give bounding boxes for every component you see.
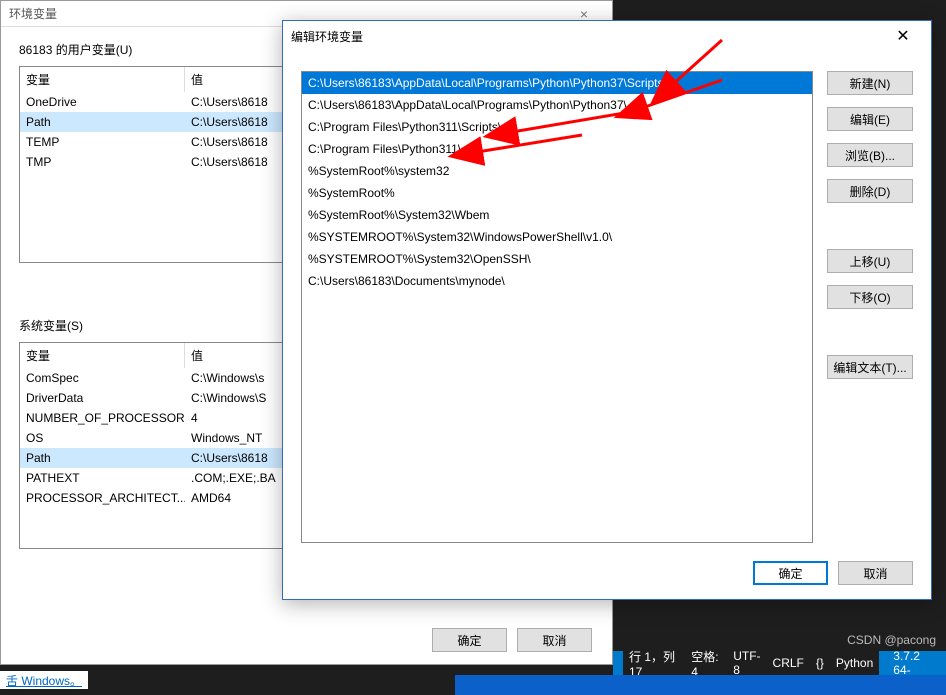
ok-button[interactable]: 确定 bbox=[753, 561, 828, 585]
path-list-item[interactable]: %SYSTEMROOT%\System32\WindowsPowerShell\… bbox=[302, 226, 812, 248]
cell-variable: Path bbox=[20, 448, 185, 468]
front-title: 编辑环境变量 bbox=[291, 28, 883, 45]
front-footer: 确定 取消 bbox=[753, 561, 913, 585]
status-bar: 行 1，列 17 空格: 4 UTF-8 CRLF {} Python 3.7.… bbox=[613, 651, 946, 675]
path-list-item[interactable]: %SystemRoot%\System32\Wbem bbox=[302, 204, 812, 226]
path-list-item[interactable]: C:\Users\86183\AppData\Local\Programs\Py… bbox=[302, 94, 812, 116]
status-python-version[interactable]: 3.7.2 64- bbox=[893, 649, 936, 677]
cell-variable: DriverData bbox=[20, 388, 185, 408]
cell-variable: NUMBER_OF_PROCESSORS bbox=[20, 408, 185, 428]
status-spaces[interactable]: 空格: 4 bbox=[691, 648, 721, 679]
status-line-col[interactable]: 行 1，列 17 bbox=[629, 648, 679, 679]
new-button[interactable]: 新建(N) bbox=[827, 71, 913, 95]
taskbar[interactable] bbox=[455, 675, 946, 695]
cancel-button[interactable]: 取消 bbox=[838, 561, 913, 585]
browse-button[interactable]: 浏览(B)... bbox=[827, 143, 913, 167]
spacer bbox=[827, 321, 913, 343]
path-list[interactable]: C:\Users\86183\AppData\Local\Programs\Py… bbox=[301, 71, 813, 543]
cell-variable: PROCESSOR_ARCHITECT... bbox=[20, 488, 185, 508]
activate-windows-link[interactable]: 舌 Windows。 bbox=[0, 671, 88, 689]
cell-variable: TMP bbox=[20, 152, 185, 172]
edit-button[interactable]: 编辑(E) bbox=[827, 107, 913, 131]
ok-button[interactable]: 确定 bbox=[432, 628, 507, 652]
move-up-button[interactable]: 上移(U) bbox=[827, 249, 913, 273]
close-icon[interactable]: ✕ bbox=[883, 26, 923, 46]
path-list-item[interactable]: %SYSTEMROOT%\System32\OpenSSH\ bbox=[302, 248, 812, 270]
watermark: CSDN @pacong bbox=[847, 633, 936, 647]
edit-env-var-dialog: 编辑环境变量 ✕ C:\Users\86183\AppData\Local\Pr… bbox=[282, 20, 932, 600]
path-list-item[interactable]: C:\Users\86183\AppData\Local\Programs\Py… bbox=[302, 72, 812, 94]
path-list-item[interactable]: %SystemRoot% bbox=[302, 182, 812, 204]
edit-text-button[interactable]: 编辑文本(T)... bbox=[827, 355, 913, 379]
cell-variable: OneDrive bbox=[20, 92, 185, 112]
status-language[interactable]: Python bbox=[836, 656, 873, 670]
col-variable[interactable]: 变量 bbox=[20, 343, 185, 368]
braces-icon: {} bbox=[816, 656, 824, 670]
path-list-item[interactable]: %SystemRoot%\system32 bbox=[302, 160, 812, 182]
cell-variable: PATHEXT bbox=[20, 468, 185, 488]
cell-variable: OS bbox=[20, 428, 185, 448]
back-dialog-buttons: 确定 取消 bbox=[432, 628, 592, 652]
front-titlebar: 编辑环境变量 ✕ bbox=[283, 21, 931, 51]
status-dark: 行 1，列 17 空格: 4 UTF-8 CRLF {} Python bbox=[623, 651, 879, 675]
path-list-item[interactable]: C:\Program Files\Python311\Scripts\ bbox=[302, 116, 812, 138]
front-body: C:\Users\86183\AppData\Local\Programs\Py… bbox=[301, 71, 913, 543]
cell-variable: Path bbox=[20, 112, 185, 132]
side-buttons: 新建(N) 编辑(E) 浏览(B)... 删除(D) 上移(U) 下移(O) 编… bbox=[827, 71, 913, 543]
path-list-item[interactable]: C:\Program Files\Python311\ bbox=[302, 138, 812, 160]
cell-variable: TEMP bbox=[20, 132, 185, 152]
col-variable[interactable]: 变量 bbox=[20, 67, 185, 92]
status-encoding[interactable]: UTF-8 bbox=[733, 649, 760, 677]
delete-button[interactable]: 删除(D) bbox=[827, 179, 913, 203]
path-list-item[interactable]: C:\Users\86183\Documents\mynode\ bbox=[302, 270, 812, 292]
cancel-button[interactable]: 取消 bbox=[517, 628, 592, 652]
cell-variable: ComSpec bbox=[20, 368, 185, 388]
status-eol[interactable]: CRLF bbox=[773, 656, 804, 670]
move-down-button[interactable]: 下移(O) bbox=[827, 285, 913, 309]
spacer bbox=[827, 215, 913, 237]
